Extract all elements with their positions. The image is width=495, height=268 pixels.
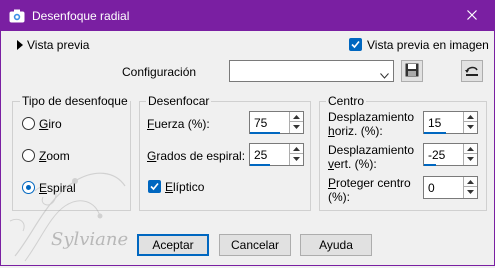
elliptic-label: Elíptico — [165, 180, 205, 194]
vert-offset-label-line1: Desplazamiento — [328, 143, 415, 157]
horiz-offset-spinbox[interactable]: 15 — [423, 111, 478, 134]
preview-on-image-label: Vista previa en imagen — [367, 38, 489, 52]
spin-up-icon[interactable] — [464, 144, 477, 154]
preview-toggle[interactable]: Vista previa — [15, 38, 115, 52]
spiral-degrees-spin-buttons[interactable] — [289, 144, 303, 165]
ok-button-label: Aceptar — [152, 238, 194, 252]
close-icon — [466, 9, 477, 23]
spin-up-icon[interactable] — [464, 177, 477, 187]
ok-button[interactable]: Aceptar — [137, 234, 209, 256]
radio-giro[interactable] — [22, 117, 35, 130]
strength-spin-buttons[interactable] — [289, 112, 303, 133]
protect-center-label-line1: Proteger centro — [328, 176, 411, 190]
spin-down-icon[interactable] — [464, 122, 477, 132]
spiral-degrees-label: Grados de espiral: — [147, 149, 246, 163]
blur-type-title: Tipo de desenfoque — [20, 94, 130, 108]
spin-down-icon[interactable] — [464, 187, 477, 197]
spin-up-icon[interactable] — [464, 112, 477, 122]
protect-center-label-line2: (%): — [328, 190, 350, 204]
checkmark-icon — [351, 40, 360, 49]
reset-defaults-button[interactable] — [461, 60, 483, 82]
vert-offset-spinbox[interactable]: -25 — [423, 143, 478, 166]
checkmark-icon — [150, 182, 159, 191]
blur-group-title: Desenfocar — [146, 94, 212, 108]
cancel-button[interactable]: Cancelar — [219, 234, 291, 256]
strength-fill — [250, 132, 280, 134]
floppy-disk-icon — [405, 63, 419, 80]
strength-label: Fuerza (%): — [147, 117, 210, 131]
watermark-text: Sylviane — [51, 229, 129, 250]
vert-offset-spin-buttons[interactable] — [463, 144, 477, 165]
spin-down-icon[interactable] — [290, 154, 303, 164]
horiz-offset-fill — [424, 132, 446, 134]
horiz-offset-value: 15 — [428, 116, 442, 130]
config-label: Configuración — [122, 65, 197, 79]
spin-down-icon[interactable] — [464, 154, 477, 164]
spin-up-icon[interactable] — [290, 112, 303, 122]
camera-icon — [9, 9, 25, 23]
spiral-degrees-fill — [250, 164, 270, 166]
vert-offset-fill — [424, 164, 436, 166]
dialog-window: Desenfoque radial Vista previa Vista pre… — [0, 0, 495, 266]
preview-toggle-label: Vista previa — [27, 38, 90, 52]
horiz-offset-spin-buttons[interactable] — [463, 112, 477, 133]
preview-on-image-checkbox[interactable] — [349, 38, 362, 51]
radio-giro-label: Giro — [39, 117, 62, 131]
window-title: Desenfoque radial — [32, 9, 130, 23]
horiz-offset-label-line2: horiz. (%): — [328, 124, 383, 138]
chevron-down-icon — [380, 68, 389, 82]
vert-offset-value: -25 — [428, 148, 446, 162]
strength-value: 75 — [254, 116, 268, 130]
protect-center-value: 0 — [428, 181, 435, 195]
spin-up-icon[interactable] — [290, 144, 303, 154]
strength-spinbox[interactable]: 75 — [249, 111, 304, 134]
close-button[interactable] — [449, 1, 494, 31]
vert-offset-label-line2: vert. (%): — [328, 157, 377, 171]
title-bar[interactable]: Desenfoque radial — [1, 1, 494, 31]
center-group-title: Centro — [326, 94, 367, 108]
help-button-label: Ayuda — [319, 238, 353, 252]
horiz-offset-label-line1: Desplazamiento — [328, 110, 415, 124]
reset-icon — [464, 63, 480, 80]
config-combobox[interactable] — [229, 60, 394, 82]
spiral-degrees-spinbox[interactable]: 25 — [249, 143, 304, 166]
triangle-right-icon — [17, 39, 23, 53]
protect-center-spin-buttons[interactable] — [463, 177, 477, 198]
spin-down-icon[interactable] — [290, 122, 303, 132]
cancel-button-label: Cancelar — [230, 238, 280, 252]
spiral-degrees-value: 25 — [254, 148, 268, 162]
elliptic-checkbox[interactable] — [148, 180, 161, 193]
save-preset-button[interactable] — [401, 60, 423, 82]
protect-center-spinbox[interactable]: 0 — [423, 176, 478, 199]
help-button[interactable]: Ayuda — [300, 234, 372, 256]
